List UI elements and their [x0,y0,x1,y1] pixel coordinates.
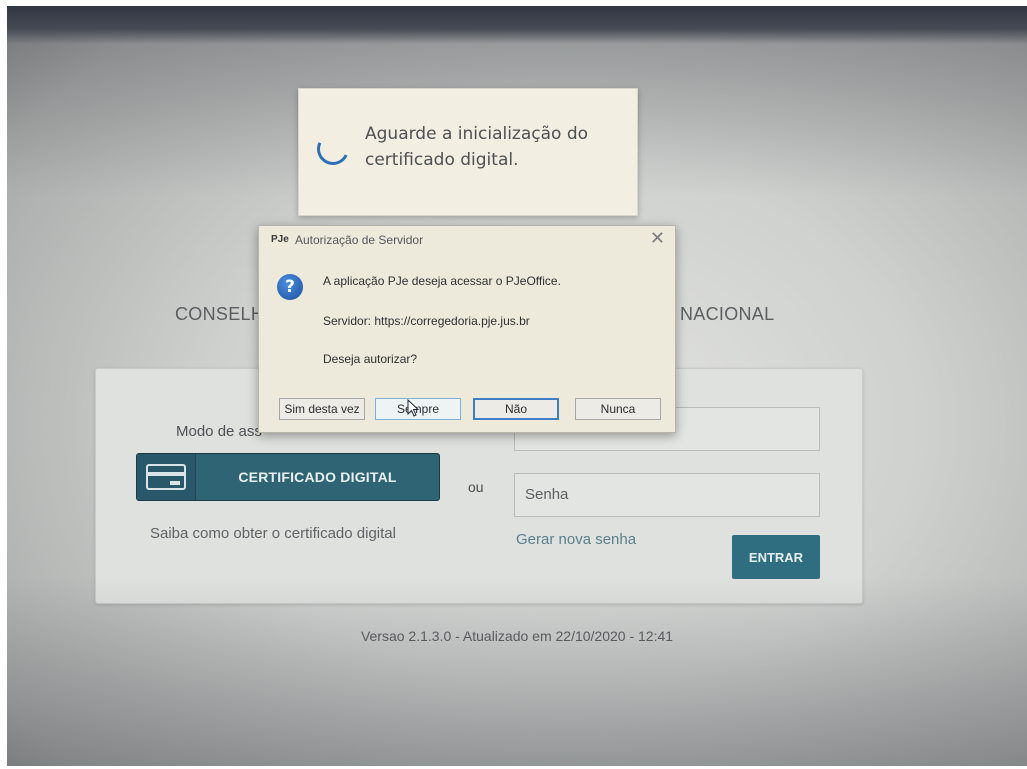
dialog-question: Deseja autorizar? [323,352,418,366]
allow-once-button[interactable]: Sim desta vez [279,398,365,420]
dialog-message: A aplicação PJe deseja acessar o PJeOffi… [323,274,561,288]
password-input[interactable]: Senha [514,473,820,517]
certificate-button-label: CERTIFICADO DIGITAL [238,469,397,485]
loading-toast: Aguarde a inicialização do certificado d… [298,88,638,216]
screen-top-bar [7,6,1027,44]
version-info: Versao 2.1.3.0 - Atualizado em 22/10/202… [360,628,674,644]
spinner-icon [312,128,354,170]
certificate-login-button[interactable]: CERTIFICADO DIGITAL [136,453,440,501]
dialog-server: Servidor: https://corregedoria.pje.jus.b… [323,314,530,328]
login-button[interactable]: ENTRAR [732,535,820,579]
deny-button[interactable]: Não [473,398,559,420]
close-icon[interactable]: ✕ [650,229,665,249]
new-password-link[interactable]: Gerar nova senha [516,531,636,548]
credit-card-icon [137,454,196,500]
page-title-right: NACIONAL [680,304,775,324]
mouse-pointer-icon [407,399,419,417]
certificate-help-link[interactable]: Saiba como obter o certificado digital [150,525,396,542]
loading-message: Aguarde a inicialização do certificado d… [365,124,589,170]
pje-logo: PJe [271,234,289,245]
or-separator: ou [468,479,484,495]
page-title-left: CONSELH [175,304,265,324]
deny-always-button[interactable]: Nunca [575,398,661,420]
access-mode-label: Modo de ass [176,423,262,440]
dialog-button-row: Sim desta vez Sempre Não Nunca [279,398,665,422]
dialog-title: Autorização de Servidor [295,233,424,247]
server-authorization-dialog: PJe Autorização de Servidor ✕ ? A aplica… [258,225,676,433]
pje-logo-text: PJe [271,234,289,245]
dialog-titlebar[interactable]: PJe Autorização de Servidor ✕ [259,226,675,254]
question-icon: ? [277,274,303,300]
